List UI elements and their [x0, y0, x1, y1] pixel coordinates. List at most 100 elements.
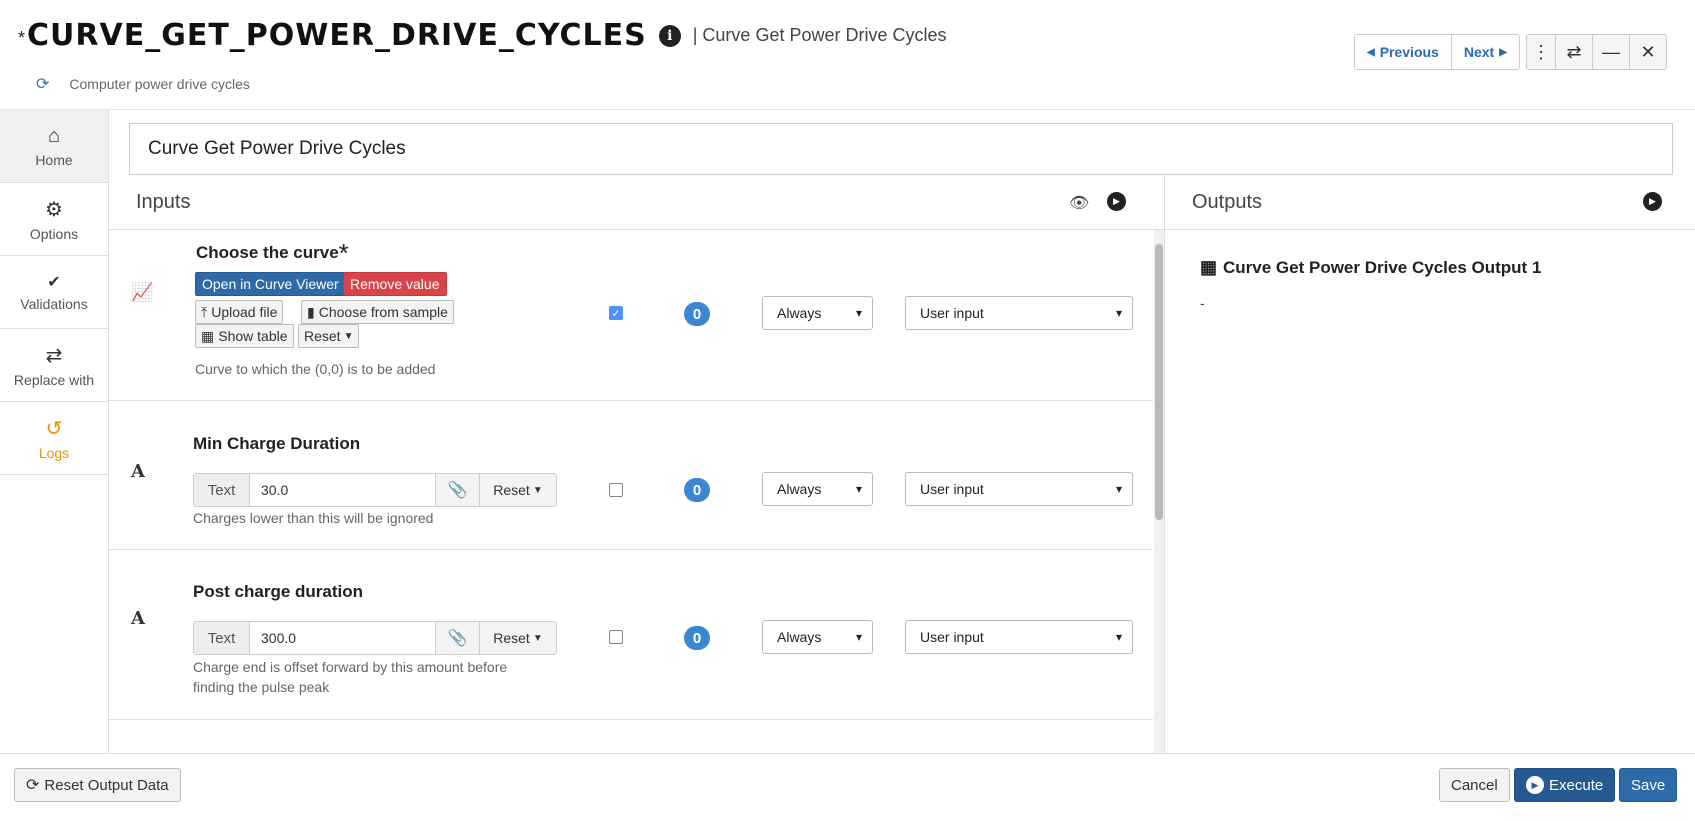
page-title: CURVE_GET_POWER_DRIVE_CYCLES	[27, 18, 647, 53]
enabled-checkbox[interactable]	[609, 483, 623, 497]
button-label: Save	[1631, 776, 1666, 794]
select-value: User input	[920, 481, 984, 497]
enabled-checkbox[interactable]: ✓	[609, 306, 623, 320]
input-value[interactable]: 300.0	[250, 622, 435, 654]
select-value: User input	[920, 629, 984, 645]
upload-icon: ⤒	[201, 303, 208, 320]
title-row: * CURVE_GET_POWER_DRIVE_CYCLES i | Curve…	[18, 18, 947, 53]
select-value: Always	[777, 305, 822, 321]
caret-down-icon: ▼	[343, 330, 354, 342]
scrollbar-thumb[interactable]	[1155, 244, 1163, 520]
unsaved-marker: *	[18, 28, 26, 48]
sidebar-item-validations[interactable]: ✔ Validations	[0, 256, 108, 329]
input-label: Min Charge Duration	[193, 434, 361, 453]
paperclip-icon[interactable]: 📎	[435, 474, 479, 506]
swap-icon: ⇄	[45, 344, 63, 367]
upload-file-button[interactable]: ⤒ Upload file	[195, 300, 284, 324]
input-label: Choose the curve*	[196, 238, 349, 269]
sidebar-item-label: Home	[35, 151, 73, 168]
sidebar-item-label: Options	[29, 225, 79, 242]
output-label: Curve Get Power Drive Cycles Output 1	[1223, 257, 1542, 277]
minimize-button[interactable]: —	[1592, 34, 1630, 70]
source-select[interactable]: User input ▾	[905, 620, 1133, 654]
open-curve-viewer-button[interactable]: Open in Curve Viewer	[195, 272, 346, 296]
table-icon: ▦	[201, 327, 215, 344]
input-type-addon: Text	[194, 474, 250, 506]
reset-dropdown-button[interactable]: Reset ▼	[298, 324, 360, 348]
paperclip-icon[interactable]: 📎	[435, 622, 479, 654]
previous-button[interactable]: ◀ Previous	[1355, 35, 1451, 69]
eye-icon[interactable]: 👁	[1069, 193, 1089, 213]
source-select[interactable]: User input ▾	[905, 296, 1133, 330]
play-icon: ▶	[1526, 776, 1544, 794]
button-label: Upload file	[211, 304, 278, 320]
next-button[interactable]: Next ▶	[1450, 35, 1519, 69]
input-help-text: Charge end is offset forward by this amo…	[193, 659, 508, 695]
reset-dropdown-button[interactable]: Reset ▼	[479, 622, 556, 654]
close-icon: ✕	[1640, 41, 1656, 62]
input-help-text: Curve to which the (0,0) is to be added	[195, 361, 436, 377]
home-icon: ⌂	[47, 124, 61, 147]
condition-select[interactable]: Always ▾	[762, 472, 873, 506]
page-display-name: | Curve Get Power Drive Cycles	[692, 25, 947, 45]
input-help-text: Charges lower than this will be ignored	[193, 510, 434, 526]
remove-value-button[interactable]: Remove value	[343, 272, 447, 296]
input-row-min-charge: A Min Charge Duration Text 30.0 📎 Reset ▼…	[109, 401, 1153, 550]
sidebar-item-options[interactable]: ⚙ Options	[0, 183, 108, 256]
condition-select[interactable]: Always ▾	[762, 296, 873, 330]
choose-from-sample-button[interactable]: ▮ Choose from sample	[301, 300, 454, 324]
swap-button[interactable]: ⇄	[1555, 34, 1593, 70]
input-value[interactable]: 30.0	[250, 474, 435, 506]
input-label-text: Choose the curve	[196, 243, 339, 262]
sidebar-item-logs[interactable]: ↺ Logs	[0, 402, 108, 475]
chevron-down-icon: ▾	[1115, 306, 1122, 320]
sidebar-item-label: Logs	[38, 444, 70, 461]
source-select[interactable]: User input ▾	[905, 472, 1133, 506]
count-badge: 0	[684, 478, 710, 502]
post-charge-duration-field[interactable]: Text 300.0 📎 Reset ▼	[193, 621, 557, 655]
output-value: -	[1200, 295, 1205, 311]
input-row-post-charge: A Post charge duration Text 300.0 📎 Rese…	[109, 550, 1153, 720]
sidebar-item-home[interactable]: ⌂ Home	[0, 110, 108, 183]
outputs-title: Outputs	[1192, 190, 1263, 213]
sync-icon: ⟳	[36, 76, 50, 93]
chevron-down-icon: ▾	[855, 630, 862, 644]
more-options-button[interactable]: ⋮	[1526, 34, 1556, 70]
cancel-button[interactable]: Cancel	[1439, 768, 1510, 802]
close-button[interactable]: ✕	[1629, 34, 1667, 70]
header: * CURVE_GET_POWER_DRIVE_CYCLES i | Curve…	[0, 0, 1695, 110]
sidebar-item-replace-with[interactable]: ⇄ Replace with	[0, 329, 108, 402]
file-icon: ▮	[307, 303, 315, 320]
page-subtitle: Computer power drive cycles	[69, 76, 250, 92]
reset-dropdown-button[interactable]: Reset ▼	[479, 474, 556, 506]
inputs-title: Inputs	[136, 190, 191, 213]
condition-select[interactable]: Always ▾	[762, 620, 873, 654]
chevron-down-icon: ▾	[1115, 630, 1122, 644]
select-value: Always	[777, 481, 822, 497]
caret-right-icon: ▶	[1499, 46, 1507, 58]
button-label: Reset	[493, 482, 530, 498]
count-badge: 0	[684, 626, 710, 650]
line-chart-icon: 📈	[131, 282, 154, 303]
caret-left-icon: ◀	[1367, 46, 1375, 58]
play-icon[interactable]: ▶	[1107, 192, 1126, 211]
history-icon: ↺	[45, 417, 63, 440]
execute-button[interactable]: ▶ Execute	[1514, 768, 1616, 802]
save-button[interactable]: Save	[1619, 768, 1678, 802]
gear-icon: ⚙	[45, 198, 63, 221]
min-charge-duration-field[interactable]: Text 30.0 📎 Reset ▼	[193, 473, 557, 507]
next-label: Next	[1463, 44, 1495, 60]
sidebar: ⌂ Home ⚙ Options ✔ Validations ⇄ Replace…	[0, 110, 109, 753]
play-icon[interactable]: ▶	[1643, 192, 1662, 211]
inputs-scrollbar[interactable]	[1154, 230, 1164, 753]
reset-output-data-button[interactable]: ⟳ Reset Output Data	[14, 768, 181, 802]
info-icon[interactable]: i	[658, 24, 681, 47]
output-item-title: ▦ Curve Get Power Drive Cycles Output 1	[1200, 257, 1541, 278]
caret-down-icon: ▼	[532, 632, 543, 644]
inputs-panel: Inputs 👁 ▶ 📈 Choose the curve* Open in C…	[109, 175, 1164, 753]
button-label: Cancel	[1451, 776, 1498, 794]
show-table-button[interactable]: ▦ Show table	[195, 324, 294, 348]
enabled-checkbox[interactable]	[609, 630, 623, 644]
name-input[interactable]: Curve Get Power Drive Cycles	[129, 123, 1673, 175]
chevron-down-icon: ▾	[1115, 482, 1122, 496]
